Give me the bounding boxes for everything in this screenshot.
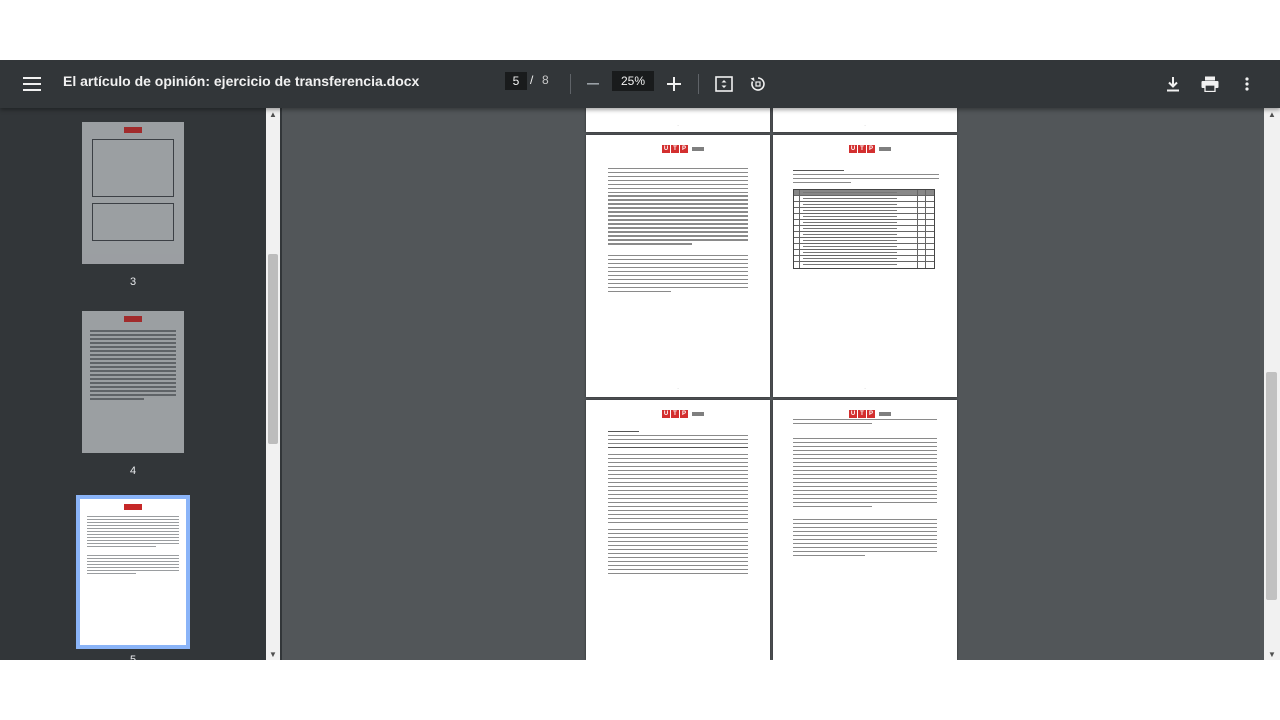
- download-button[interactable]: [1157, 68, 1189, 100]
- brand-logo: [124, 316, 142, 322]
- brand-logo: [124, 127, 142, 133]
- pdf-viewer: El artículo de opinión: ejercicio de tra…: [0, 60, 1280, 660]
- thumbnail-table: [92, 203, 174, 241]
- toolbar-divider: [570, 74, 571, 94]
- page-total: 8: [542, 73, 549, 87]
- sidebar-scrollbar-thumb[interactable]: [268, 254, 278, 444]
- document-page: ·: [773, 108, 957, 132]
- page-separator: /: [530, 73, 534, 87]
- main-scrollbar-thumb[interactable]: [1266, 372, 1277, 600]
- download-icon: [1167, 77, 1179, 92]
- checklist-table: [793, 189, 935, 269]
- menu-icon: [23, 77, 41, 91]
- thumbnail-label: 3: [129, 276, 137, 288]
- toolbar-divider: [698, 74, 699, 94]
- scroll-down-arrow-icon[interactable]: ▼: [1265, 650, 1279, 659]
- scroll-up-arrow-icon[interactable]: ▲: [1265, 110, 1279, 119]
- document-page-7: UTP: [586, 400, 770, 660]
- zoom-input[interactable]: 25%: [612, 71, 654, 91]
- print-icon: [1201, 76, 1219, 92]
- zoom-in-button[interactable]: [658, 68, 690, 100]
- thumbnail-page-3[interactable]: [82, 122, 184, 264]
- thumbnail-page-5[interactable]: [76, 495, 190, 649]
- rotate-icon: [750, 77, 765, 91]
- minus-icon: [587, 83, 599, 85]
- document-page-6: UTP ·: [773, 135, 957, 397]
- toolbar: El artículo de opinión: ejercicio de tra…: [0, 60, 1280, 108]
- scroll-up-arrow-icon[interactable]: ▲: [266, 110, 280, 119]
- zoom-out-button[interactable]: [577, 68, 609, 100]
- fit-page-icon: [715, 76, 733, 92]
- brand-logo: [124, 504, 142, 510]
- more-vert-icon: [1245, 77, 1249, 91]
- thumbnail-label: 5: [129, 654, 137, 660]
- document-title: El artículo de opinión: ejercicio de tra…: [63, 73, 420, 89]
- menu-button[interactable]: [16, 68, 48, 100]
- more-actions-button[interactable]: [1231, 68, 1263, 100]
- document-page-8: UTP: [773, 400, 957, 660]
- thumbnail-table: [92, 139, 174, 197]
- plus-icon: [667, 77, 681, 91]
- document-page-5: UTP ·: [586, 135, 770, 397]
- thumbnail-sidebar: 3 4 5 ▲ ▼: [0, 108, 282, 660]
- thumbnail-page-4[interactable]: [82, 311, 184, 453]
- scroll-down-arrow-icon[interactable]: ▼: [266, 650, 280, 659]
- fit-page-button[interactable]: [708, 68, 740, 100]
- rotate-button[interactable]: [742, 68, 774, 100]
- document-page: ·: [586, 108, 770, 132]
- page-number-input[interactable]: 5: [505, 72, 527, 90]
- print-button[interactable]: [1194, 68, 1226, 100]
- thumbnail-label: 4: [129, 465, 137, 477]
